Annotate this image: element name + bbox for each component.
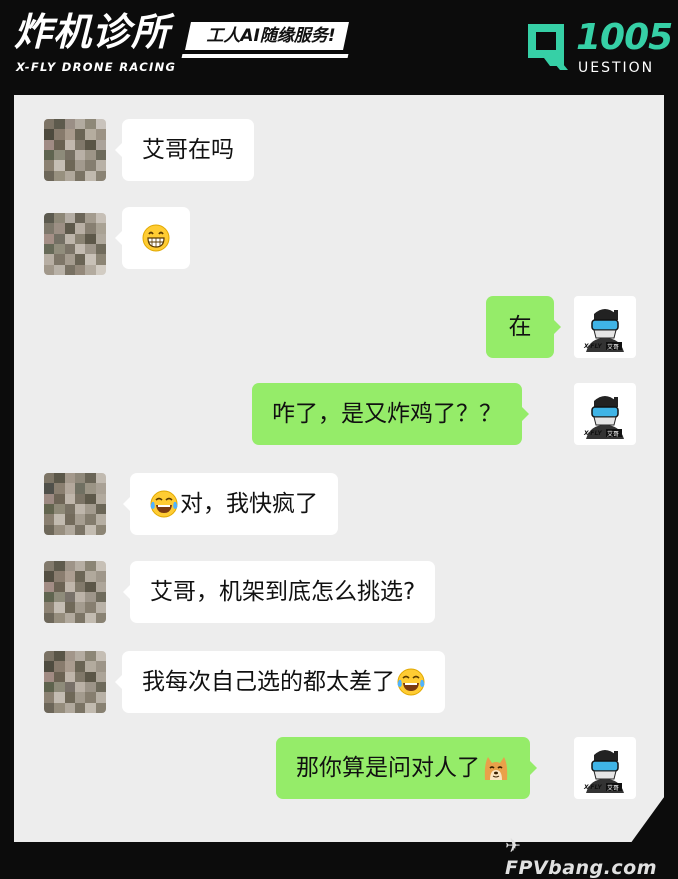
message-bubble[interactable]: 那你算是问对人了 bbox=[276, 737, 537, 799]
xfly-pilot-avatar-icon: X-FLY 艾哥 bbox=[583, 309, 624, 352]
q-logo-icon bbox=[528, 24, 568, 70]
doge-emoji-icon bbox=[484, 757, 508, 780]
message-bubble[interactable]: 咋了，是又炸鸡了？？ bbox=[252, 383, 529, 445]
tears-of-joy-emoji-icon bbox=[150, 490, 178, 518]
pixelated-avatar-icon bbox=[44, 561, 106, 623]
pixelated-avatar-icon bbox=[44, 473, 106, 535]
svg-text:X-FLY: X-FLY bbox=[583, 430, 602, 437]
brand-title: 炸机诊所 bbox=[14, 10, 171, 54]
message-bubble[interactable]: 艾哥在吗 bbox=[115, 119, 254, 181]
contact-avatar[interactable] bbox=[44, 119, 106, 181]
message-bubble[interactable]: 对，我快疯了 bbox=[123, 473, 338, 535]
self-avatar[interactable]: X-FLY 艾哥 bbox=[574, 383, 636, 445]
message-bubble[interactable]: 在 bbox=[486, 296, 561, 358]
pixelated-avatar-icon bbox=[44, 651, 106, 713]
contact-avatar[interactable] bbox=[44, 473, 106, 535]
xfly-pilot-avatar-icon: X-FLY 艾哥 bbox=[583, 750, 624, 793]
pixelated-avatar-icon bbox=[44, 119, 106, 181]
watermark-logo: ✈ FPVbang.com bbox=[505, 835, 678, 879]
brand-subtitle: X-FLY DRONE RACING bbox=[16, 60, 177, 74]
message-text: 我每次自己选的都太差了 bbox=[142, 669, 395, 695]
svg-text:艾哥: 艾哥 bbox=[607, 784, 619, 792]
svg-text:艾哥: 艾哥 bbox=[607, 430, 619, 438]
message-bubble[interactable] bbox=[115, 207, 190, 269]
svg-text:X-FLY: X-FLY bbox=[583, 343, 602, 350]
contact-avatar[interactable] bbox=[44, 213, 106, 275]
svg-text:艾哥: 艾哥 bbox=[607, 343, 619, 351]
slogan: 工人AI随缘服务! bbox=[206, 26, 336, 46]
chat-area: 艾哥在吗 在 X-FLY 艾哥 咋了，是又炸鸡了？？ X-FLY 艾哥 对，我快… bbox=[14, 95, 664, 842]
question-number: 1005 bbox=[576, 17, 673, 58]
message-bubble[interactable]: 艾哥，机架到底怎么挑选? bbox=[122, 561, 436, 623]
grin-emoji-icon bbox=[142, 224, 170, 252]
self-avatar[interactable]: X-FLY 艾哥 bbox=[574, 296, 636, 358]
header: 炸机诊所 X-FLY DRONE RACING 工人AI随缘服务! 1005 U… bbox=[0, 0, 678, 92]
slogan-underline bbox=[181, 54, 349, 58]
message-text: 对，我快疯了 bbox=[180, 491, 318, 517]
message-text: 咋了，是又炸鸡了？？ bbox=[272, 401, 502, 427]
message-bubble[interactable]: 我每次自己选的都太差了 bbox=[115, 651, 445, 713]
drone-icon: ✈ bbox=[505, 835, 522, 857]
svg-text:X-FLY: X-FLY bbox=[583, 784, 602, 791]
message-text: 那你算是问对人了 bbox=[296, 755, 480, 781]
message-text: 在 bbox=[508, 314, 532, 340]
pixelated-avatar-icon bbox=[44, 213, 106, 275]
tears-of-joy-emoji-icon bbox=[397, 668, 425, 696]
contact-avatar[interactable] bbox=[44, 561, 106, 623]
message-text: 艾哥，机架到底怎么挑选? bbox=[150, 579, 416, 605]
xfly-pilot-avatar-icon: X-FLY 艾哥 bbox=[583, 396, 624, 439]
self-avatar[interactable]: X-FLY 艾哥 bbox=[574, 737, 636, 799]
contact-avatar[interactable] bbox=[44, 651, 106, 713]
watermark-text: FPVbang.com bbox=[505, 857, 657, 879]
message-text: 艾哥在吗 bbox=[142, 137, 234, 163]
question-word: UESTION bbox=[578, 60, 655, 76]
